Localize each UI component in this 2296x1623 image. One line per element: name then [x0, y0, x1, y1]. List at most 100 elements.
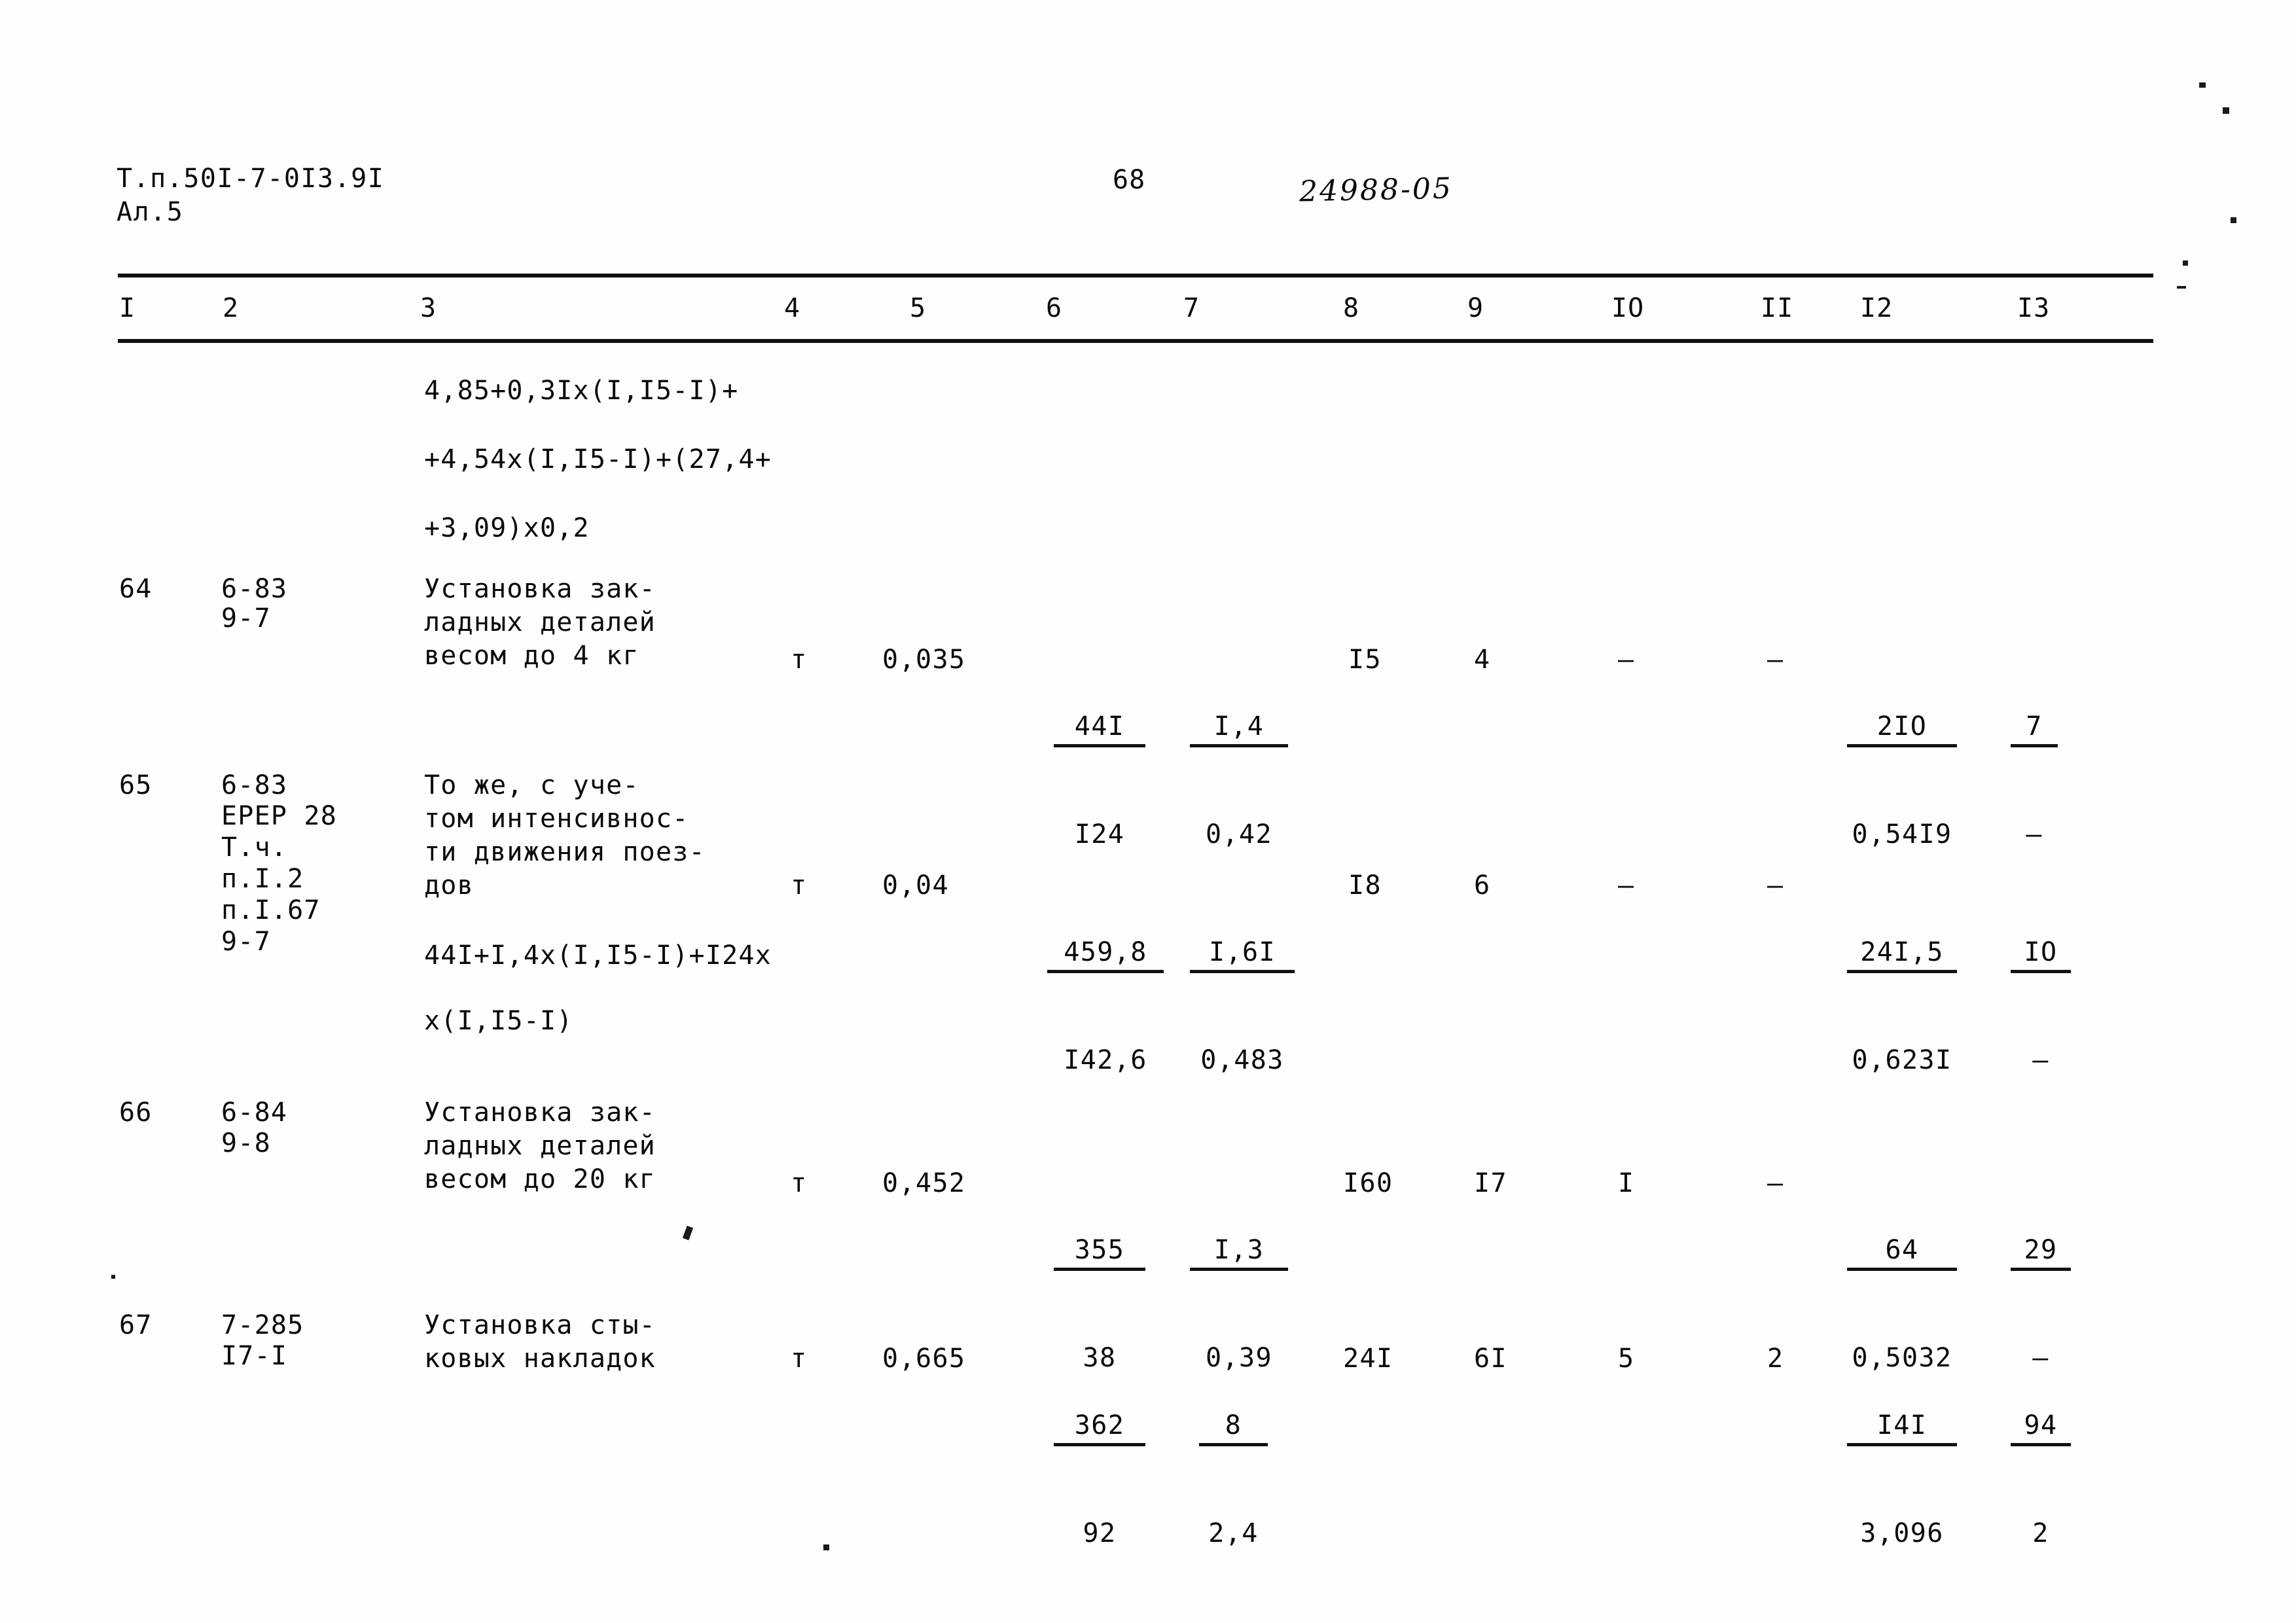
row-col7-numerator: 8 [1199, 1409, 1268, 1446]
column-header-13: I3 [2017, 293, 2051, 323]
row-code-line-1: 6-84 [221, 1097, 288, 1128]
row-description-line-3: весом до 4 кг [424, 641, 639, 671]
continued-formula-line-2: +4,54х(I,I5-I)+(27,4+ [424, 444, 772, 474]
row-col7-numerator: I,6I [1190, 936, 1295, 973]
scan-speckle [2223, 107, 2229, 114]
document-code-line-2: Ал.5 [117, 197, 184, 228]
row-col10: 5 [1618, 1344, 1635, 1374]
row-col6-numerator: 44I [1054, 710, 1145, 747]
row-col6-numerator: 355 [1054, 1234, 1145, 1271]
row-description-line-2: ладных деталей [424, 607, 656, 637]
row-col10: — [1618, 645, 1634, 675]
row-unit: т [791, 1344, 808, 1374]
row-col10: — [1618, 870, 1634, 901]
row-description-line-4: дов [424, 870, 474, 901]
row-number: 67 [119, 1310, 152, 1340]
row-col12-denominator: 3,096 [1860, 1518, 1944, 1548]
row-col11: — [1767, 1168, 1784, 1198]
column-header-4: 4 [784, 293, 801, 323]
row-col8: I8 [1348, 870, 1382, 901]
row-formula-line-1: 44I+I,4х(I,I5-I)+I24х [424, 940, 772, 971]
row-col7-denominator: 0,483 [1200, 1045, 1284, 1075]
row-col7-fraction: I,6I 0,483 [1190, 869, 1295, 1144]
row-code-line-1: 6-83 [221, 574, 288, 604]
row-col5: 0,035 [882, 645, 966, 675]
row-description-line-1: То же, с уче- [424, 770, 639, 800]
continued-formula-line-1: 4,85+0,3Iх(I,I5-I)+ [424, 376, 739, 406]
column-header-8: 8 [1343, 293, 1360, 323]
scan-speckle [2183, 260, 2188, 266]
document-code: Т.п.50I-7-0I3.9I Ал.5 [117, 162, 384, 229]
row-description-line-2: том интенсивнос- [424, 804, 689, 834]
row-code-line-1: 6-83 [221, 770, 288, 800]
scan-speckle [111, 1275, 115, 1279]
row-code-line-2: 9-7 [221, 603, 271, 633]
column-header-7: 7 [1183, 293, 1200, 323]
row-col13-fraction: 94 2 [2011, 1342, 2071, 1617]
row-col13-denominator: 2 [2032, 1518, 2049, 1548]
column-header-3: 3 [420, 293, 437, 323]
row-col10: I [1618, 1168, 1635, 1198]
scan-speckle [2199, 82, 2206, 88]
row-col12-fraction: I4I 3,096 [1847, 1342, 1957, 1617]
row-col12-denominator: 0,54I9 [1852, 819, 1952, 849]
row-col6-fraction: 459,8 I42,6 [1047, 869, 1164, 1144]
archive-stamp: 24988-05 [1299, 171, 1454, 209]
row-col7-denominator: 0,42 [1206, 819, 1272, 849]
row-col13-numerator: 7 [2011, 710, 2058, 747]
scan-speckle [2231, 217, 2236, 223]
row-formula-line-2: х(I,I5-I) [424, 1006, 573, 1036]
row-number: 66 [119, 1097, 152, 1128]
table-rule-bottom [118, 339, 2153, 343]
row-col12-denominator: 0,623I [1852, 1045, 1952, 1075]
row-number: 65 [119, 770, 152, 800]
row-description-line-2: ковых накладок [424, 1344, 656, 1374]
scan-speckle [2177, 286, 2186, 289]
row-col13-denominator: — [2026, 819, 2043, 849]
row-col13-numerator: 94 [2011, 1409, 2071, 1446]
row-description-line-3: ти движения поез- [424, 837, 706, 867]
row-description-line-1: Установка зак- [424, 574, 656, 604]
column-header-12: I2 [1860, 293, 1893, 323]
document-page: Т.п.50I-7-0I3.9I Ал.5 68 24988-05 I 2 3 4… [0, 0, 2296, 1623]
row-col9: 4 [1474, 645, 1491, 675]
row-col6-fraction: 362 92 [1054, 1342, 1145, 1617]
row-col6-denominator: 92 [1083, 1518, 1117, 1548]
row-col7-denominator: 2,4 [1208, 1518, 1259, 1548]
row-col6-numerator: 459,8 [1047, 936, 1164, 973]
column-header-11: II [1761, 293, 1794, 323]
row-col11: — [1767, 645, 1784, 675]
row-col11: 2 [1767, 1344, 1784, 1374]
row-col13-denominator: — [2032, 1045, 2049, 1075]
row-code-line-2: I7-I [221, 1341, 288, 1371]
table-rule-top [118, 274, 2153, 277]
row-description-line-3: весом до 20 кг [424, 1164, 656, 1194]
row-number: 64 [119, 574, 152, 604]
row-code-line-4: п.I.2 [221, 864, 304, 894]
document-code-line-1: Т.п.50I-7-0I3.9I [117, 164, 385, 194]
row-col8: I60 [1343, 1168, 1393, 1198]
row-code-line-2: 9-8 [221, 1128, 271, 1158]
row-col5: 0,665 [882, 1344, 966, 1374]
row-col6-denominator: I42,6 [1064, 1045, 1147, 1075]
column-header-5: 5 [910, 293, 927, 323]
row-col13-fraction: IO — [2011, 869, 2071, 1144]
row-col12-numerator: 64 [1847, 1234, 1957, 1271]
row-code-line-1: 7-285 [221, 1310, 304, 1340]
row-unit: т [791, 870, 808, 901]
row-col6-numerator: 362 [1054, 1409, 1145, 1446]
column-header-2: 2 [223, 293, 240, 323]
column-header-10: IO [1611, 293, 1645, 323]
row-code-line-3: Т.ч. [221, 832, 288, 863]
row-col5: 0,452 [882, 1168, 966, 1198]
row-description-line-2: ладных деталей [424, 1131, 656, 1161]
row-col9: 6I [1474, 1344, 1507, 1374]
row-col9: I7 [1474, 1168, 1507, 1198]
row-unit: т [791, 645, 808, 675]
row-col7-fraction: 8 2,4 [1199, 1342, 1268, 1617]
row-col11: — [1767, 870, 1784, 901]
row-unit: т [791, 1168, 808, 1198]
row-description-line-1: Установка сты- [424, 1310, 656, 1340]
row-col8: I5 [1348, 645, 1382, 675]
row-col8: 24I [1343, 1344, 1393, 1374]
